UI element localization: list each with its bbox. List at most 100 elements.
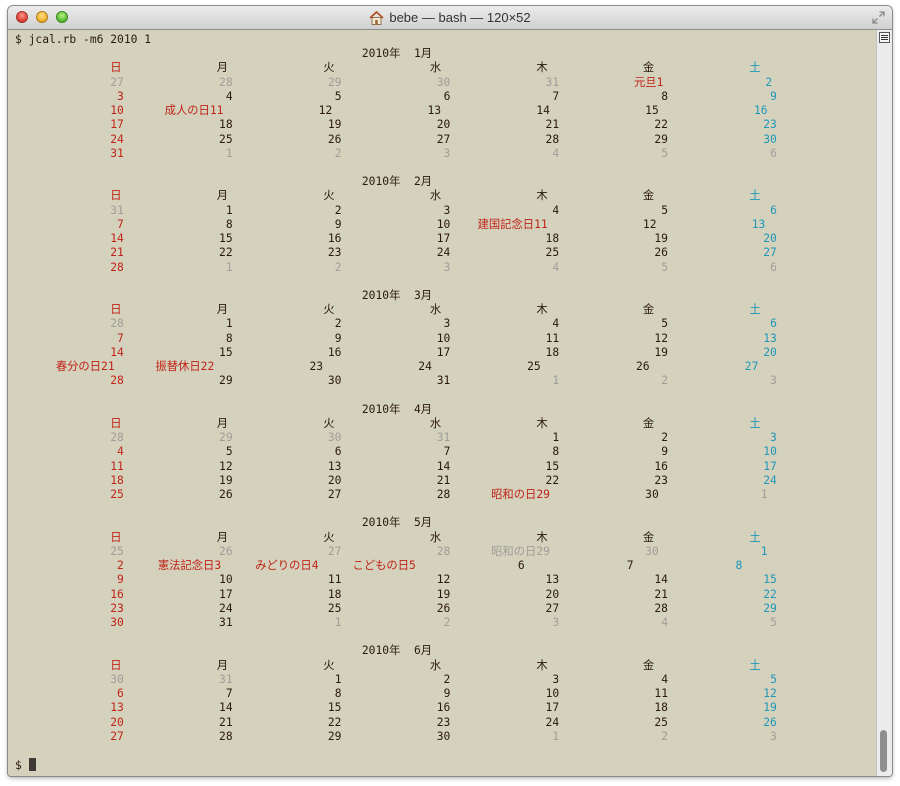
day-cell: 15	[763, 573, 777, 587]
day-cell: 25	[110, 488, 124, 501]
day-cell: 13	[327, 459, 342, 473]
week-row: 11 12 13 14 15 16 17	[15, 460, 777, 474]
day-cell: 27	[327, 544, 342, 558]
day-cell: 5	[770, 672, 777, 686]
day-cell: 24	[219, 601, 233, 615]
day-cell: 7	[225, 687, 233, 701]
day-cell: 5	[225, 445, 233, 459]
weekday-header: 日 月 火 水 木 金 土	[15, 531, 777, 545]
week-row: 春分の日21 振替休日22 23 24 25 26 27	[15, 360, 777, 374]
title-bar[interactable]: bebe — bash — 120×52	[8, 6, 892, 30]
day-cell: 26	[219, 544, 233, 558]
week-row: 21 22 23 24 25 26 27	[15, 246, 777, 260]
week-row: 10 成人の日11 12 13 14 15 16	[15, 104, 777, 118]
day-cell: 12	[763, 687, 777, 701]
month-title: 2010年 4月	[15, 403, 777, 417]
holiday-name: こどもの日	[352, 559, 410, 573]
weekday-label: 土	[749, 530, 761, 544]
day-cell: 19	[654, 232, 668, 246]
scroll-menu-icon[interactable]	[879, 32, 890, 43]
scrollbar[interactable]	[876, 30, 892, 776]
weekday-label: 火	[323, 61, 335, 75]
day-cell: 22	[200, 360, 215, 374]
terminal-content[interactable]: $ jcal.rb -m6 2010 1 2010年 1月 日 月 火 水 木 …	[8, 30, 892, 776]
month-title: 2010年 2月	[15, 175, 777, 189]
weekday-label: 月	[216, 303, 229, 317]
day-cell: 17	[436, 345, 451, 359]
week-row: 23 24 25 26 27 28 29	[15, 602, 777, 616]
day-cell: 22	[654, 118, 668, 132]
weekday-label: 金	[642, 658, 655, 672]
day-cell: 23	[327, 246, 342, 260]
day-cell: 2	[334, 146, 342, 160]
day-cell: 30	[436, 729, 451, 743]
terminal-window: bebe — bash — 120×52 $ jcal.rb -m6 2010 …	[8, 6, 892, 776]
month-title-text: 2010年 2月	[361, 175, 433, 189]
day-cell: 28	[110, 260, 124, 274]
day-cell: 11	[534, 217, 548, 231]
day-cell: 26	[763, 715, 777, 729]
fullscreen-icon[interactable]	[871, 10, 886, 25]
day-cell: 30	[763, 132, 777, 146]
day-cell: 19	[327, 118, 342, 132]
week-row: 13 14 15 16 17 18 19	[15, 701, 777, 715]
day-cell: 16	[110, 587, 124, 601]
day-cell: 3	[770, 729, 777, 743]
day-cell: 16	[327, 345, 342, 359]
week-row: 16 17 18 19 20 21 22	[15, 588, 777, 602]
terminal-output[interactable]: $ jcal.rb -m6 2010 1 2010年 1月 日 月 火 水 木 …	[15, 33, 777, 772]
week-row: 24 25 26 27 28 29 30	[15, 133, 777, 147]
day-cell: 21	[219, 715, 233, 729]
weekday-label: 日	[110, 61, 122, 75]
day-cell: 22	[219, 246, 233, 260]
weekday-label: 木	[536, 530, 548, 544]
week-row: 25 26 27 28 昭和の日29 30 1	[15, 488, 777, 502]
day-cell: 28	[219, 729, 233, 743]
weekday-header: 日 月 火 水 木 金 土	[15, 417, 777, 431]
day-cell: 18	[110, 473, 124, 487]
holiday-name: 春分の日	[55, 360, 102, 374]
weekday-label: 水	[429, 416, 442, 430]
week-row: 25 26 27 28 昭和の日29 30 1	[15, 545, 777, 559]
day-cell: 24	[418, 360, 432, 374]
scroll-thumb[interactable]	[880, 730, 887, 772]
weekday-label: 木	[536, 189, 548, 203]
